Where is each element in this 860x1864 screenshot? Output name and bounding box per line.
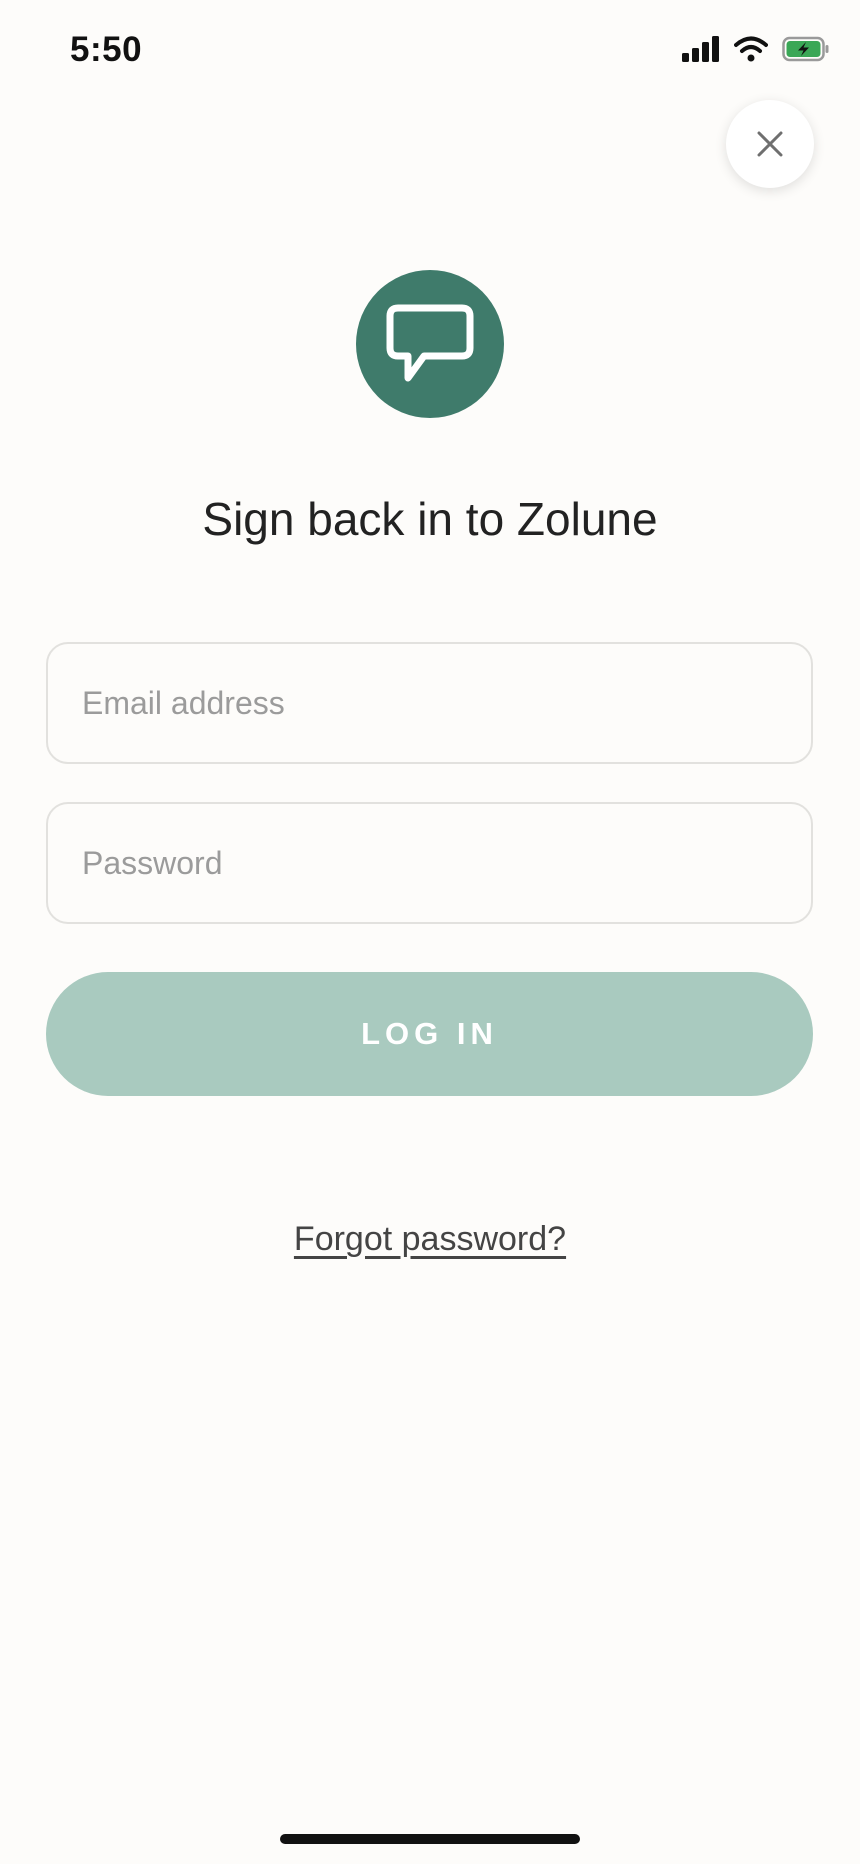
battery-charging-icon: [782, 36, 829, 62]
close-icon: [757, 131, 783, 157]
chat-bubble-icon: [386, 304, 474, 382]
email-field[interactable]: [46, 642, 813, 764]
page-title: Sign back in to Zolune: [202, 493, 658, 545]
forgot-password-link[interactable]: Forgot password?: [294, 1220, 566, 1258]
status-time: 5:50: [70, 30, 143, 69]
wifi-icon: [734, 36, 768, 62]
status-bar: 5:50: [0, 0, 860, 100]
password-field[interactable]: [46, 802, 813, 924]
login-button[interactable]: LOG IN: [46, 972, 813, 1096]
cellular-signal-icon: [682, 36, 719, 62]
status-icons: [682, 36, 830, 62]
home-indicator[interactable]: [280, 1834, 580, 1844]
close-button[interactable]: [726, 100, 814, 188]
app-logo: [356, 270, 504, 418]
forgot-password-container: Forgot password?: [0, 1220, 860, 1259]
